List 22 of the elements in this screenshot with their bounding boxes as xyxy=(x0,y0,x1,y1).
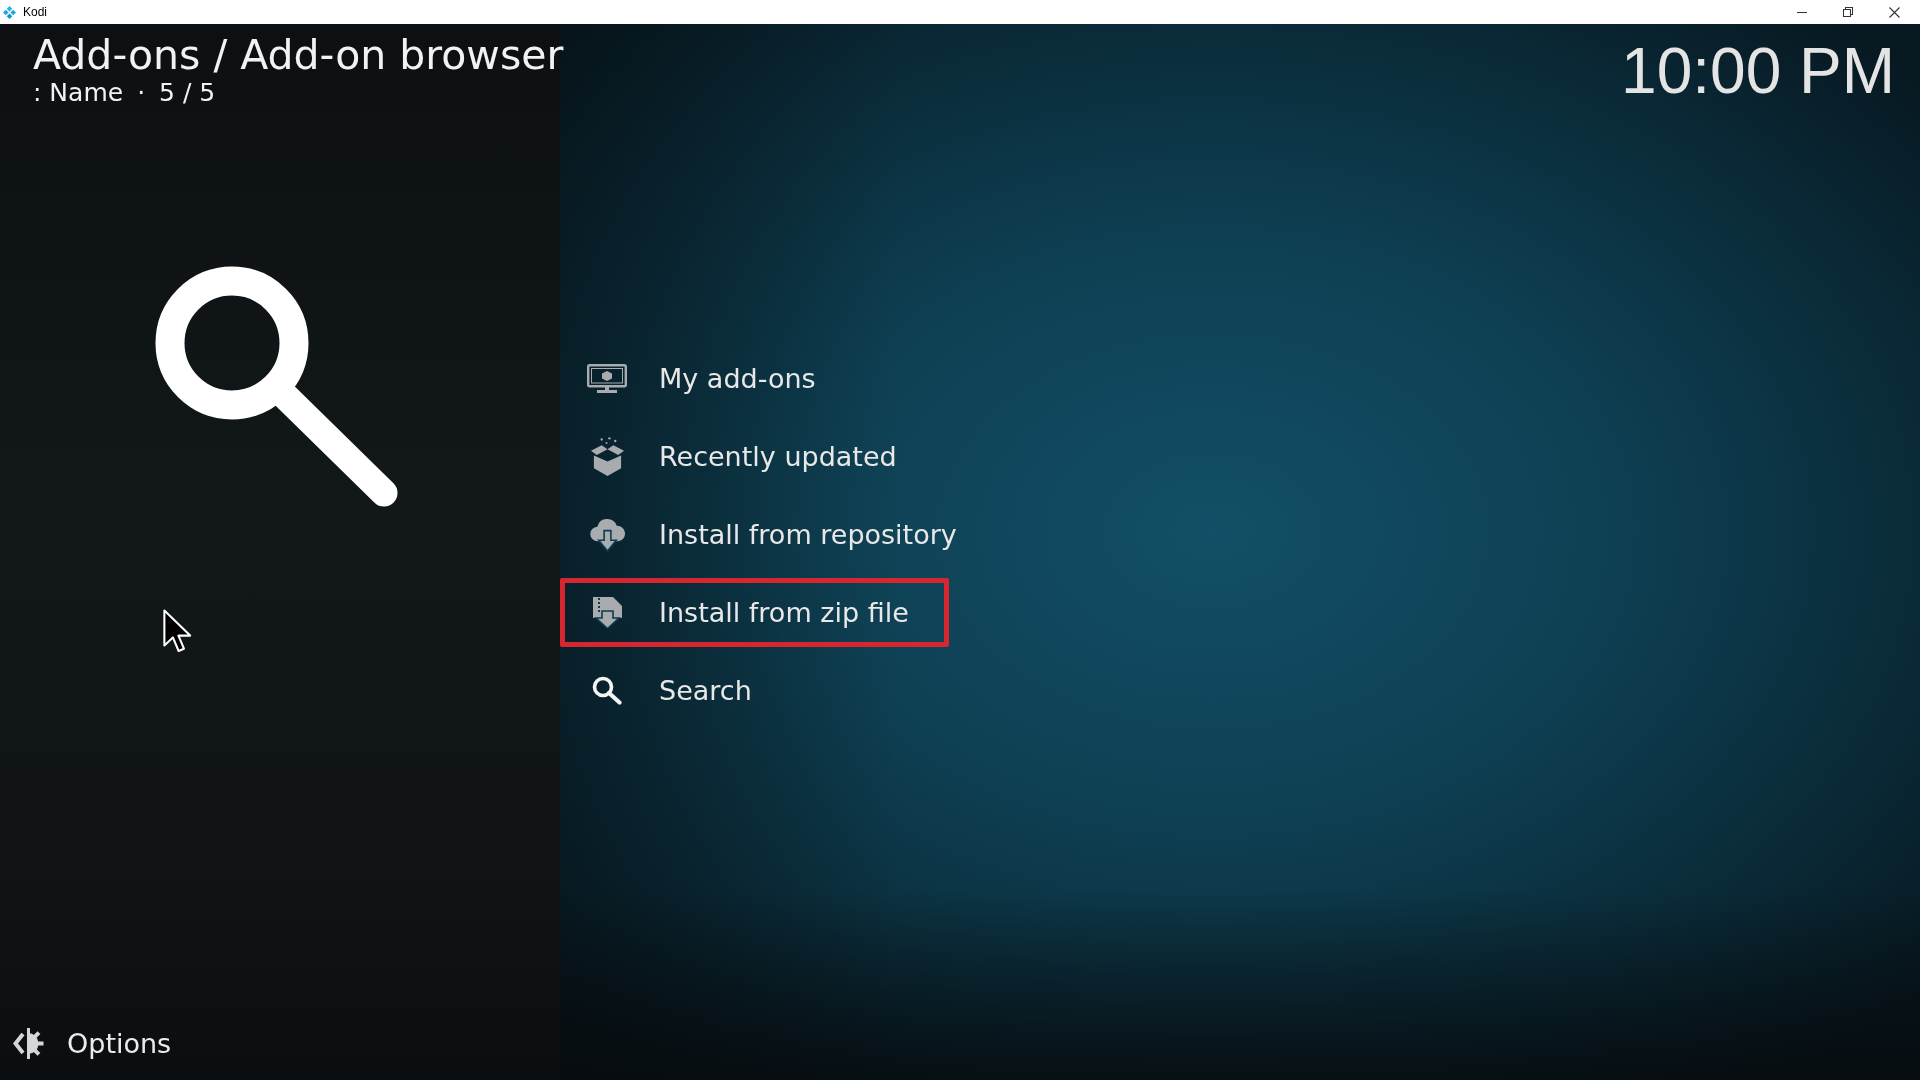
clock-time: 10:00 PM xyxy=(1621,39,1895,103)
restore-icon xyxy=(1843,7,1853,17)
close-icon xyxy=(1888,6,1900,18)
menu-item[interactable]: Search xyxy=(560,656,792,725)
search-icon xyxy=(592,676,622,705)
sort-label: : Name xyxy=(33,79,124,108)
mouse-pointer-icon xyxy=(163,608,192,654)
options-button[interactable]: Options xyxy=(13,1023,172,1063)
menu-item[interactable]: My add-ons xyxy=(560,344,856,413)
menu-item[interactable]: Recently updated xyxy=(560,422,937,491)
diamond-logo-icon xyxy=(3,5,16,19)
minimize-icon xyxy=(1797,11,1807,13)
cloud-download-icon xyxy=(589,517,625,552)
item-count: 5 / 5 xyxy=(159,79,216,108)
menu-item[interactable]: Install from repository xyxy=(560,500,997,569)
zip-file-download-icon xyxy=(591,596,623,629)
menu-item[interactable]: Install from zip file xyxy=(560,578,949,647)
gear-chevron-icon xyxy=(13,1026,44,1060)
window-title: Kodi xyxy=(23,5,48,19)
open-box-icon xyxy=(589,436,625,477)
monitor-icon xyxy=(587,364,627,393)
dot-separator: · xyxy=(137,79,146,108)
